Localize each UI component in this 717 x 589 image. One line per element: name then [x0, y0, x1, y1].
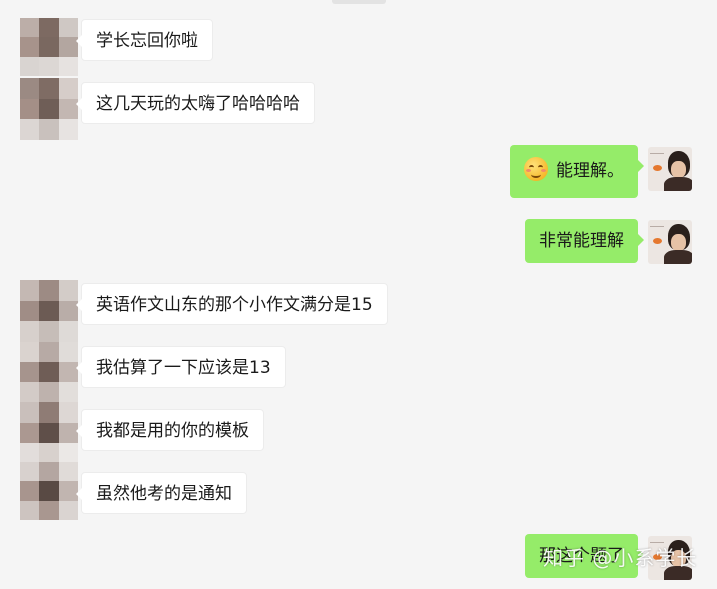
message-text: 我估算了一下应该是13: [96, 358, 271, 378]
embarrassed-smile-emoji-icon: [524, 157, 548, 181]
message-text: 非常能理解: [539, 231, 624, 251]
message-text: 虽然他考的是通知: [96, 484, 232, 504]
message-text: 我都是用的你的模板: [96, 421, 249, 441]
received-message-bubble[interactable]: 学长忘回你啦: [76, 19, 213, 61]
sent-message-bubble[interactable]: 非常能理解: [525, 219, 644, 263]
contact-avatar[interactable]: [20, 342, 78, 402]
received-message-bubble[interactable]: 我估算了一下应该是13: [76, 346, 286, 388]
message-text: 英语作文山东的那个小作文满分是15: [96, 295, 373, 315]
contact-avatar[interactable]: [20, 462, 78, 520]
received-message-bubble[interactable]: 英语作文山东的那个小作文满分是15: [76, 283, 388, 325]
top-scroll-indicator: [332, 0, 386, 4]
self-avatar[interactable]: [648, 220, 692, 264]
received-message-bubble[interactable]: 这几天玩的太嗨了哈哈哈哈: [76, 82, 315, 124]
watermark-text: 知乎 @小系学长: [543, 546, 698, 570]
message-text: 能理解。: [556, 161, 624, 181]
received-message-bubble[interactable]: 我都是用的你的模板: [76, 409, 264, 451]
message-text: 学长忘回你啦: [96, 31, 198, 51]
contact-avatar[interactable]: [20, 18, 78, 76]
contact-avatar[interactable]: [20, 280, 78, 342]
contact-avatar[interactable]: [20, 78, 78, 140]
chat-window: 学长忘回你啦 这几天玩的太嗨了哈哈哈哈 能理解。 非常能理解 英语作文山东的那个…: [0, 0, 717, 589]
contact-avatar[interactable]: [20, 402, 78, 464]
received-message-bubble[interactable]: 虽然他考的是通知: [76, 472, 247, 514]
message-text: 这几天玩的太嗨了哈哈哈哈: [96, 94, 300, 114]
self-avatar[interactable]: [648, 147, 692, 191]
sent-message-bubble[interactable]: 能理解。: [510, 145, 644, 198]
